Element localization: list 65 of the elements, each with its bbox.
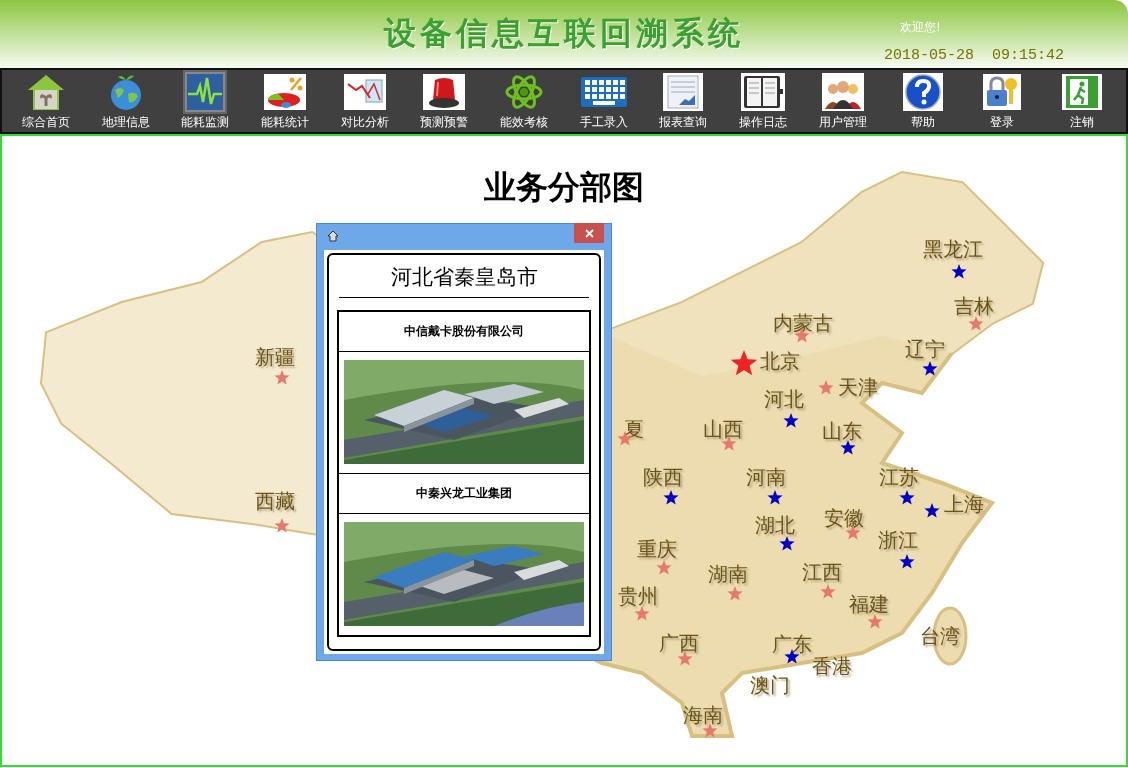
pie-chart-icon	[263, 74, 306, 110]
company-name: 中信戴卡股份有限公司	[403, 323, 525, 340]
province-label: 山东	[822, 421, 862, 441]
home-icon	[327, 230, 339, 242]
toolbar-button[interactable]: 预测预警	[407, 70, 482, 132]
province-label: 海南	[683, 705, 723, 725]
province-label: 上海	[944, 494, 984, 514]
province-label: 澳门	[750, 675, 790, 695]
region-title: 河北省秦皇岛市	[339, 255, 589, 298]
province-label: 湖南	[708, 564, 748, 584]
toolbar-button[interactable]: 能效考核	[487, 70, 562, 132]
toolbar-button[interactable]: 对比分析	[327, 70, 402, 132]
company-name: 中秦兴龙工业集团	[415, 485, 513, 502]
toolbar-button[interactable]: 用户管理	[805, 70, 880, 132]
province-label: 内蒙古	[773, 313, 833, 333]
toolbar-button[interactable]: 登录	[965, 70, 1040, 132]
province-label: 湖北	[755, 515, 795, 535]
province-label: 西藏	[255, 491, 295, 511]
toolbar-button[interactable]: 手工录入	[566, 70, 641, 132]
province-label: 北京	[760, 351, 800, 371]
map-title: 业务分部图	[483, 167, 645, 208]
province-label: 福建	[849, 594, 889, 614]
atom-icon	[504, 72, 545, 112]
province-label: 广西	[659, 633, 699, 653]
toolbar-button[interactable]: 注销	[1045, 70, 1119, 132]
app-title: 设备信息互联回溯系统	[384, 13, 744, 54]
province-label: 香港	[812, 656, 852, 676]
province-label: 吉林	[954, 296, 994, 316]
toolbar-button[interactable]: 帮助	[885, 70, 960, 132]
pulse-icon	[185, 72, 226, 112]
welcome-text: 欢迎您!	[900, 19, 941, 36]
date-time: 2018-05-28 09:15:42	[884, 47, 1065, 64]
close-icon	[584, 228, 594, 238]
exit-icon	[1062, 74, 1102, 110]
toolbar-button[interactable]: 综合首页	[8, 70, 83, 132]
province-label: 台湾	[920, 626, 960, 646]
province-label: 浙江	[878, 530, 918, 550]
siren-icon	[423, 74, 466, 110]
toolbar-button[interactable]: 能耗监测	[168, 70, 243, 132]
province-label: 新疆	[255, 347, 295, 367]
province-label: 河北	[764, 389, 804, 409]
toolbar-button[interactable]: 操作日志	[726, 70, 801, 132]
province-label: 辽宁	[905, 339, 945, 359]
close-button[interactable]	[574, 223, 604, 243]
lock-key-icon	[983, 74, 1022, 110]
toolbar-button[interactable]: 报表查询	[646, 70, 721, 132]
province-label: 江西	[802, 562, 842, 582]
province-label: 黑龙江	[923, 239, 983, 259]
province-label: 安徽	[824, 508, 864, 528]
toolbar-button[interactable]: 地理信息	[88, 70, 163, 132]
people-icon	[821, 73, 864, 111]
report-icon	[663, 73, 704, 111]
province-label: 广东	[772, 634, 812, 654]
notebook-icon	[741, 73, 786, 111]
province-label: 贵州	[618, 586, 658, 606]
province-label: 陕西	[643, 467, 683, 487]
toolbar-button[interactable]: 能耗统计	[247, 70, 322, 132]
province-label: 重庆	[637, 539, 677, 559]
keyboard-icon	[580, 77, 627, 107]
province-label: 山西	[703, 419, 743, 439]
province-label: 天津	[838, 377, 878, 397]
province-label: 江苏	[879, 467, 919, 487]
province-label: 河南	[746, 467, 786, 487]
help-icon	[902, 73, 943, 111]
line-chart-icon	[343, 74, 386, 110]
